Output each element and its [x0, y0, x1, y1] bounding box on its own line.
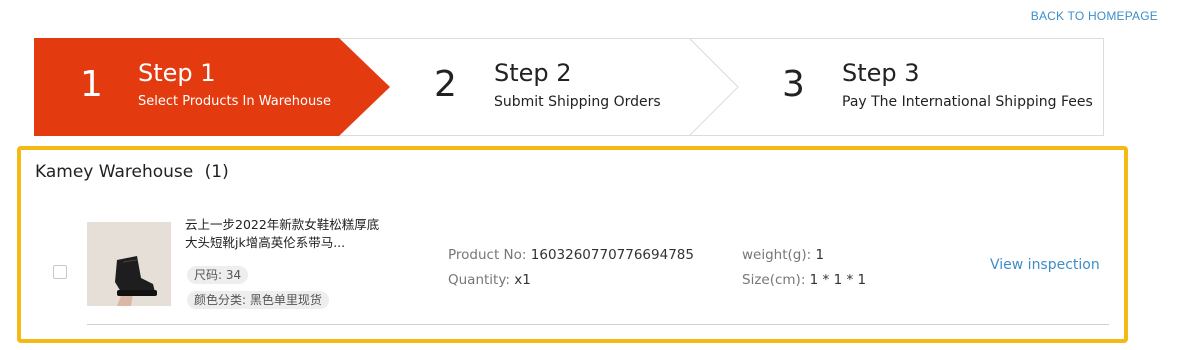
step-1: 1 Step 1 Select Products In Warehouse — [34, 38, 390, 136]
size: Size(cm): 1 * 1 * 1 — [742, 272, 866, 288]
item-divider — [87, 324, 1109, 325]
step-3-subtitle: Pay The International Shipping Fees — [842, 94, 1093, 110]
weight-label: weight(g): — [742, 247, 812, 263]
weight-value: 1 — [815, 247, 825, 263]
product-name[interactable]: 云上一步2022年新款女鞋松糕厚底大头短靴jk增高英伦系带马... — [185, 216, 385, 252]
color-tag: 颜色分类: 黑色单里现货 — [187, 291, 329, 309]
step-2-subtitle: Submit Shipping Orders — [494, 94, 661, 110]
step-2-title: Step 2 — [494, 59, 572, 87]
step-progress-bar: 1 Step 1 Select Products In Warehouse 2 … — [34, 38, 1104, 136]
product-thumbnail — [87, 222, 171, 306]
back-to-homepage-link[interactable]: BACK TO HOMEPAGE — [1031, 9, 1158, 23]
step-3-title: Step 3 — [842, 59, 920, 87]
step-3: 3 Step 3 Pay The International Shipping … — [738, 38, 1104, 136]
warehouse-title: Kamey Warehouse (1) — [35, 162, 229, 182]
step-1-subtitle: Select Products In Warehouse — [138, 94, 331, 109]
step-3-number: 3 — [782, 64, 805, 105]
quantity-value: x1 — [514, 272, 531, 288]
boot-image — [87, 222, 171, 306]
warehouse-count: (1) — [204, 162, 229, 182]
step-1-title: Step 1 — [138, 59, 216, 87]
size-label: Size(cm): — [742, 272, 806, 288]
item-select-checkbox[interactable] — [53, 265, 67, 279]
step-2: 2 Step 2 Submit Shipping Orders — [390, 38, 690, 136]
view-inspection-link[interactable]: View inspection — [990, 257, 1100, 273]
step-2-number: 2 — [434, 64, 457, 105]
product-no-label: Product No: — [448, 247, 527, 263]
weight: weight(g): 1 — [742, 247, 824, 263]
size-value: 1 * 1 * 1 — [809, 272, 867, 288]
size-tag: 尺码: 34 — [187, 266, 249, 284]
warehouse-panel: Kamey Warehouse (1) 云上一步2022年新款女鞋松糕厚底大头短… — [17, 146, 1128, 343]
quantity-label: Quantity: — [448, 272, 510, 288]
product-no-value: 1603260770776694785 — [530, 247, 694, 263]
product-no: Product No: 1603260770776694785 — [448, 247, 694, 263]
quantity: Quantity: x1 — [448, 272, 531, 288]
warehouse-name: Kamey Warehouse — [35, 162, 194, 182]
step-1-number: 1 — [80, 64, 103, 105]
